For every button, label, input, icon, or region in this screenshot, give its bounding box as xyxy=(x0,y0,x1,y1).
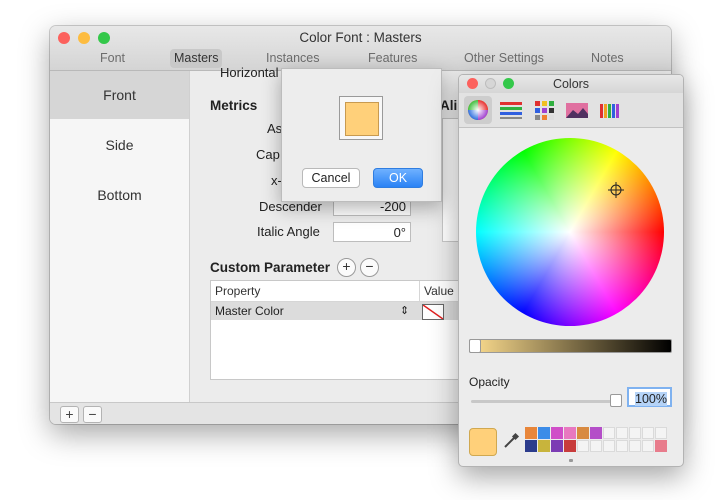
image-palettes-icon xyxy=(566,103,588,118)
alignment-box xyxy=(442,118,459,242)
tab-features[interactable]: Features xyxy=(364,49,421,68)
empty-color-icon xyxy=(423,305,443,319)
window-title: Color Font : Masters xyxy=(299,30,422,45)
color-sliders-icon xyxy=(500,102,522,119)
color-swatch[interactable] xyxy=(525,440,537,452)
italic-angle-field[interactable]: 0° xyxy=(333,222,411,242)
current-color-well[interactable] xyxy=(469,428,497,456)
color-swatch[interactable] xyxy=(551,440,563,452)
color-popover: Cancel OK xyxy=(281,68,442,202)
ok-button[interactable]: OK xyxy=(373,168,423,188)
sidebar-item-side[interactable]: Side xyxy=(50,121,189,169)
color-swatch[interactable] xyxy=(564,440,576,452)
color-swatch[interactable] xyxy=(603,427,615,439)
color-wheel-tool[interactable] xyxy=(464,96,492,124)
master-color-well[interactable] xyxy=(422,304,444,320)
tab-other-settings[interactable]: Other Settings xyxy=(460,49,548,68)
panel-zoom-button[interactable] xyxy=(503,78,514,89)
table-header: Property Value xyxy=(211,281,459,302)
column-header-property[interactable]: Property xyxy=(215,284,260,298)
color-swatch[interactable] xyxy=(629,440,641,452)
opacity-slider[interactable] xyxy=(471,394,622,407)
popover-color-swatch[interactable] xyxy=(345,102,379,136)
color-swatch[interactable] xyxy=(629,427,641,439)
table-row[interactable]: Master Color ⇕ xyxy=(211,302,459,320)
cap-height-label: Cap xyxy=(256,147,280,162)
brightness-slider-thumb[interactable] xyxy=(469,339,481,353)
color-swatch[interactable] xyxy=(590,440,602,452)
metrics-heading: Metrics xyxy=(210,98,258,113)
color-swatch[interactable] xyxy=(577,427,589,439)
add-master-button[interactable]: + xyxy=(60,406,79,423)
color-swatch[interactable] xyxy=(590,427,602,439)
tab-masters[interactable]: Masters xyxy=(170,49,223,68)
opacity-field[interactable]: 100% xyxy=(627,387,672,407)
image-palettes-tool[interactable] xyxy=(563,96,591,124)
color-swatch[interactable] xyxy=(551,427,563,439)
color-swatch[interactable] xyxy=(642,427,654,439)
tab-notes[interactable]: Notes xyxy=(587,49,628,68)
colors-toolbar xyxy=(459,93,683,128)
cancel-button[interactable]: Cancel xyxy=(302,168,360,188)
panel-minimize-button[interactable] xyxy=(485,78,496,89)
eyedropper-icon[interactable] xyxy=(501,431,521,451)
remove-parameter-button[interactable]: − xyxy=(360,258,379,277)
tab-bar: Font Masters Instances Features Other Se… xyxy=(50,49,671,69)
popover-swatch-frame xyxy=(339,96,383,140)
color-swatch[interactable] xyxy=(564,427,576,439)
color-swatch[interactable] xyxy=(616,427,628,439)
colors-title: Colors xyxy=(552,77,590,91)
sidebar-item-bottom[interactable]: Bottom xyxy=(50,171,189,219)
title-bar: Color Font : Masters Font Masters Instan… xyxy=(50,26,671,71)
custom-parameter-heading: Custom Parameter xyxy=(210,260,331,275)
color-palettes-tool[interactable] xyxy=(530,96,558,124)
ascender-label: As xyxy=(267,121,283,136)
colors-panel-title: Colors xyxy=(459,75,683,93)
opacity-value: 100% xyxy=(635,392,667,406)
color-swatch[interactable] xyxy=(603,440,615,452)
add-parameter-button[interactable]: + xyxy=(337,258,356,277)
color-wheel[interactable] xyxy=(476,138,664,326)
horizontal-label: Horizontal xyxy=(220,65,279,80)
crosshair-icon[interactable] xyxy=(608,182,624,198)
color-swatch[interactable] xyxy=(577,440,589,452)
italic-angle-label: Italic Angle xyxy=(257,224,320,239)
color-swatch[interactable] xyxy=(642,440,654,452)
colors-panel: Colors Opacity 100% xyxy=(458,74,684,467)
crayons-tool[interactable] xyxy=(596,96,624,124)
masters-sidebar: Front Side Bottom xyxy=(50,71,190,402)
alignment-heading: Ali xyxy=(440,98,458,113)
color-swatch[interactable] xyxy=(538,427,550,439)
color-swatch[interactable] xyxy=(525,427,537,439)
opacity-slider-thumb[interactable] xyxy=(610,394,622,407)
color-wheel-icon xyxy=(468,100,488,120)
resize-grip[interactable] xyxy=(569,459,573,462)
opacity-label: Opacity xyxy=(469,375,510,389)
crayons-icon xyxy=(600,104,619,118)
color-swatch[interactable] xyxy=(616,440,628,452)
color-swatch[interactable] xyxy=(538,440,550,452)
column-divider xyxy=(419,281,420,301)
property-stepper-icon[interactable]: ⇕ xyxy=(400,304,409,317)
panel-close-button[interactable] xyxy=(467,78,478,89)
column-header-value[interactable]: Value xyxy=(424,284,454,298)
color-swatch[interactable] xyxy=(655,427,667,439)
color-sliders-tool[interactable] xyxy=(497,96,525,124)
color-swatch[interactable] xyxy=(655,440,667,452)
tab-font[interactable]: Font xyxy=(96,49,129,68)
row-property: Master Color xyxy=(215,304,284,318)
color-palettes-icon xyxy=(535,101,554,120)
brightness-slider[interactable] xyxy=(469,339,672,353)
remove-master-button[interactable]: − xyxy=(83,406,102,423)
sidebar-item-front[interactable]: Front xyxy=(50,71,189,119)
custom-parameter-table: Property Value Master Color ⇕ xyxy=(210,280,460,380)
